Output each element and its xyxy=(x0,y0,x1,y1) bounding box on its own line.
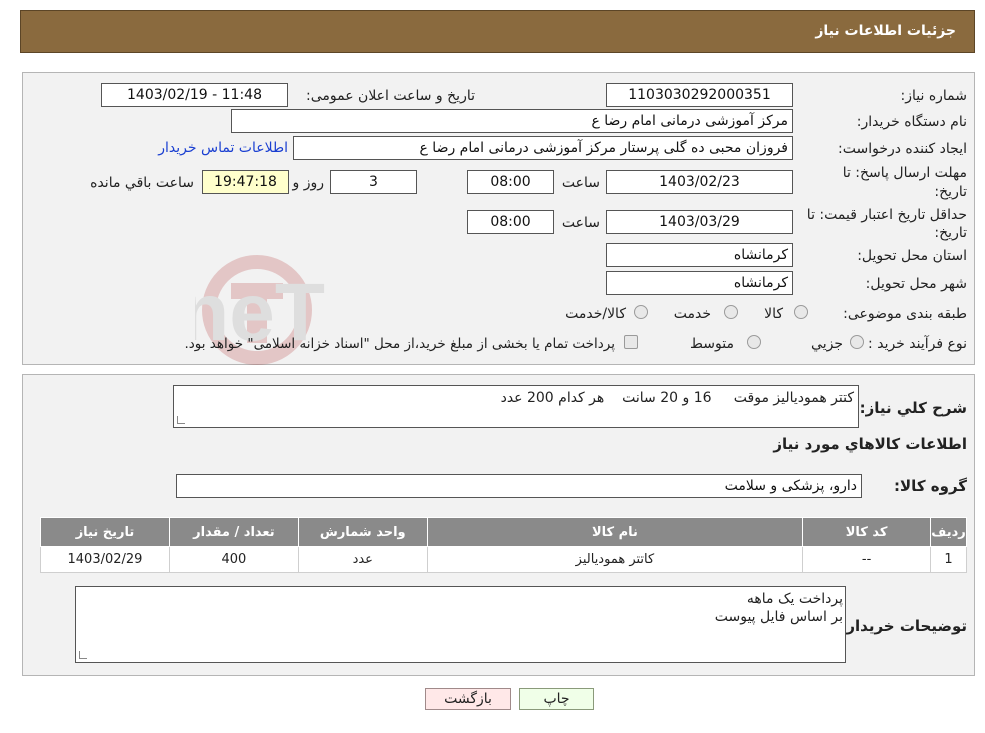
deadline-label: مهلت ارسال پاسخ: تا xyxy=(842,165,967,181)
announce-label: تاریخ و ساعت اعلان عمومی: xyxy=(306,88,475,104)
summary-text: کتتر همودیالیز موقت 16 و 20 سانت هر کدام… xyxy=(500,390,854,406)
category-option-goods: کالا xyxy=(764,306,783,322)
category-label: طبقه بندی موضوعی: xyxy=(843,306,967,322)
resize-grip-icon[interactable] xyxy=(177,416,185,424)
cell-code: -- xyxy=(802,546,932,573)
buyer-notes-line-2: بر اساس فایل پیوست xyxy=(714,609,843,625)
buyer-notes-field: پرداخت یک ماهه بر اساس فایل پیوست xyxy=(75,586,846,663)
summary-field: کتتر همودیالیز موقت 16 و 20 سانت هر کدام… xyxy=(173,385,859,428)
col-name: نام کالا xyxy=(426,517,804,547)
category-radio-goods-service[interactable] xyxy=(634,305,648,319)
goods-group-label: گروه کالا: xyxy=(894,477,967,495)
category-radio-service[interactable] xyxy=(724,305,738,319)
col-qty: تعداد / مقدار xyxy=(168,517,299,547)
deadline-date-field: 1403/02/23 xyxy=(606,170,793,194)
purchase-radio-small[interactable] xyxy=(850,335,864,349)
remaining-label: ساعت باقي مانده xyxy=(90,175,194,191)
page-header: جزئیات اطلاعات نیاز xyxy=(20,10,975,53)
treasury-checkbox[interactable] xyxy=(624,335,638,349)
cell-name: کاتتر همودیالیز xyxy=(426,546,804,573)
cell-date: 1403/02/29 xyxy=(40,546,170,573)
deadline-time-field: 08:00 xyxy=(467,170,554,194)
print-button[interactable]: چاپ xyxy=(519,688,594,710)
purchase-option-small: جزیي xyxy=(811,336,843,352)
creator-field: فروزان محبی ده گلی پرستار مرکز آموزشی در… xyxy=(293,136,793,160)
buyer-notes-line-1: پرداخت یک ماهه xyxy=(746,591,843,607)
validity-time-field: 08:00 xyxy=(467,210,554,234)
creator-label: ایجاد کننده درخواست: xyxy=(838,141,967,157)
col-row: رديف xyxy=(930,517,967,547)
validity-date-field: 1403/03/29 xyxy=(606,210,793,234)
need-number-label: شماره نیاز: xyxy=(900,88,968,104)
buyer-org-label: نام دستگاه خریدار: xyxy=(856,114,967,130)
back-button[interactable]: بازگشت xyxy=(425,688,511,710)
goods-table: رديف کد کالا نام کالا واحد شمارش تعداد /… xyxy=(40,517,967,573)
summary-label: شرح کلي نياز: xyxy=(859,399,967,417)
resize-grip-icon[interactable] xyxy=(79,651,87,659)
validity-label-date: تاریخ: xyxy=(934,225,967,241)
buyer-contact-link[interactable]: اطلاعات تماس خریدار xyxy=(158,140,288,156)
buyer-org-field: مرکز آموزشی درمانی امام رضا ع xyxy=(231,109,793,133)
table-row: 1 -- کاتتر همودیالیز عدد 400 1403/02/29 xyxy=(40,546,967,573)
province-field: کرمانشاه xyxy=(606,243,793,267)
cell-row: 1 xyxy=(930,546,967,573)
province-label: استان محل تحویل: xyxy=(857,248,967,264)
purchase-type-label: نوع فرآیند خرید : xyxy=(868,336,967,352)
deadline-label-date: تاریخ: xyxy=(934,184,967,200)
category-option-goods-service: کالا/خدمت xyxy=(565,306,626,322)
announce-field: 1403/02/19 - 11:48 xyxy=(101,83,288,107)
validity-label: حداقل تاریخ اعتبار قیمت: تا xyxy=(806,207,967,223)
days-label: روز و xyxy=(292,175,325,191)
col-date: تاریخ نیاز xyxy=(40,517,170,547)
goods-group-field: دارو، پزشکی و سلامت xyxy=(176,474,862,498)
category-option-service: خدمت xyxy=(673,306,711,322)
table-header-row: رديف کد کالا نام کالا واحد شمارش تعداد /… xyxy=(40,517,967,547)
col-code: کد کالا xyxy=(802,517,932,547)
deadline-time-label: ساعت xyxy=(561,175,600,191)
need-number-field: 1103030292000351 xyxy=(606,83,793,107)
goods-info-title: اطلاعات کالاهاي مورد نياز xyxy=(773,435,967,453)
remaining-time-field: 19:47:18 xyxy=(202,170,289,194)
cell-qty: 400 xyxy=(168,546,299,573)
purchase-radio-medium[interactable] xyxy=(747,335,761,349)
purchase-note: پرداخت تمام یا بخشی از مبلغ خرید،از محل … xyxy=(184,336,615,352)
purchase-option-medium: متوسط xyxy=(690,336,734,352)
days-field: 3 xyxy=(330,170,417,194)
col-unit: واحد شمارش xyxy=(297,517,428,547)
city-field: کرمانشاه xyxy=(606,271,793,295)
page-title: جزئیات اطلاعات نیاز xyxy=(815,23,956,39)
validity-time-label: ساعت xyxy=(561,215,600,231)
cell-unit: عدد xyxy=(297,546,428,573)
category-radio-goods[interactable] xyxy=(794,305,808,319)
city-label: شهر محل تحویل: xyxy=(865,276,967,292)
buyer-notes-label: توضیحات خریدار: xyxy=(840,617,967,635)
